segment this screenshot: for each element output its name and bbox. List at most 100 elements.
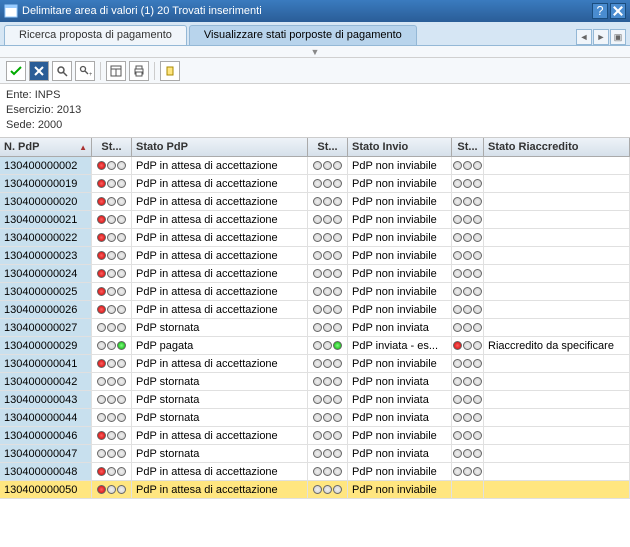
cell-st1 [92, 193, 132, 210]
cell-stato-riaccredito [484, 427, 630, 444]
table-row[interactable]: 130400000002PdP in attesa di accettazion… [0, 157, 630, 175]
cell-stato-pdp: PdP stornata [132, 409, 308, 426]
cell-npdp: 130400000046 [0, 427, 92, 444]
cell-stato-riaccredito [484, 301, 630, 318]
status-light-icon [453, 233, 482, 242]
status-light-icon [453, 413, 482, 422]
window-help-button[interactable]: ? [592, 3, 608, 19]
grid-header: N. PdP▲ St... Stato PdP St... Stato Invi… [0, 138, 630, 157]
tab-ricerca-proposta[interactable]: Ricerca proposta di pagamento [4, 25, 187, 45]
cell-st3 [452, 337, 484, 354]
col-st1[interactable]: St... [92, 138, 132, 156]
status-light-icon [313, 467, 342, 476]
sede-label: Sede: [6, 119, 35, 131]
status-light-icon [97, 395, 126, 404]
tab-list-button[interactable]: ▣ [610, 29, 626, 45]
table-row[interactable]: 130400000020PdP in attesa di accettazion… [0, 193, 630, 211]
col-npdp[interactable]: N. PdP▲ [0, 138, 92, 156]
cell-stato-invio: PdP non inviata [348, 445, 452, 462]
table-row[interactable]: 130400000029PdP pagataPdP inviata - es..… [0, 337, 630, 355]
table-row[interactable]: 130400000043PdP stornataPdP non inviata [0, 391, 630, 409]
print-button[interactable] [129, 61, 149, 81]
cell-stato-invio: PdP non inviabile [348, 211, 452, 228]
cell-st3 [452, 193, 484, 210]
collapse-arrow[interactable]: ▼ [0, 46, 630, 58]
layout-button[interactable] [106, 61, 126, 81]
tab-prev-button[interactable]: ◄ [576, 29, 592, 45]
status-light-icon [97, 233, 126, 242]
cell-st2 [308, 427, 348, 444]
cell-npdp: 130400000020 [0, 193, 92, 210]
cell-stato-riaccredito: Riaccredito da specificare [484, 337, 630, 354]
status-light-icon [97, 485, 126, 494]
confirm-button[interactable] [6, 61, 26, 81]
status-light-icon [97, 179, 126, 188]
cancel-button[interactable] [29, 61, 49, 81]
table-row[interactable]: 130400000027PdP stornataPdP non inviata [0, 319, 630, 337]
status-light-icon [453, 323, 482, 332]
col-st3[interactable]: St... [452, 138, 484, 156]
result-grid: N. PdP▲ St... Stato PdP St... Stato Invi… [0, 137, 630, 499]
esercizio-label: Esercizio: [6, 104, 54, 116]
cell-stato-riaccredito [484, 265, 630, 282]
table-row[interactable]: 130400000050PdP in attesa di accettazion… [0, 481, 630, 499]
table-row[interactable]: 130400000022PdP in attesa di accettazion… [0, 229, 630, 247]
status-light-icon [313, 431, 342, 440]
table-row[interactable]: 130400000025PdP in attesa di accettazion… [0, 283, 630, 301]
table-row[interactable]: 130400000021PdP in attesa di accettazion… [0, 211, 630, 229]
cell-stato-invio: PdP non inviabile [348, 247, 452, 264]
status-light-icon [97, 341, 126, 350]
col-st2[interactable]: St... [308, 138, 348, 156]
cell-st2 [308, 283, 348, 300]
table-row[interactable]: 130400000048PdP in attesa di accettazion… [0, 463, 630, 481]
status-light-icon [313, 305, 342, 314]
cell-st2 [308, 463, 348, 480]
find-button[interactable] [52, 61, 72, 81]
table-row[interactable]: 130400000041PdP in attesa di accettazion… [0, 355, 630, 373]
cell-stato-riaccredito [484, 157, 630, 174]
svg-text:+: + [89, 72, 92, 78]
cell-st3 [452, 409, 484, 426]
tab-visualizzare-stati[interactable]: Visualizzare stati porposte di pagamento [189, 25, 417, 45]
col-stato-riaccredito[interactable]: Stato Riaccredito [484, 138, 630, 156]
tab-next-button[interactable]: ► [593, 29, 609, 45]
cell-st2 [308, 445, 348, 462]
cell-stato-invio: PdP non inviabile [348, 283, 452, 300]
table-row[interactable]: 130400000042PdP stornataPdP non inviata [0, 373, 630, 391]
cell-st3 [452, 301, 484, 318]
toolbar: + [0, 58, 630, 84]
cell-st1 [92, 373, 132, 390]
status-light-icon [313, 197, 342, 206]
status-light-icon [453, 269, 482, 278]
find-next-button[interactable]: + [75, 61, 95, 81]
status-light-icon [313, 413, 342, 422]
sede-value: 2000 [38, 119, 62, 131]
window-close-button[interactable] [610, 3, 626, 19]
cell-npdp: 130400000022 [0, 229, 92, 246]
status-light-icon [97, 359, 126, 368]
status-light-icon [453, 287, 482, 296]
status-light-icon [453, 467, 482, 476]
table-row[interactable]: 130400000026PdP in attesa di accettazion… [0, 301, 630, 319]
cell-stato-riaccredito [484, 247, 630, 264]
status-light-icon [97, 413, 126, 422]
col-stato-pdp[interactable]: Stato PdP [132, 138, 308, 156]
cell-st1 [92, 427, 132, 444]
export-button[interactable] [160, 61, 180, 81]
col-stato-invio[interactable]: Stato Invio [348, 138, 452, 156]
status-light-icon [97, 251, 126, 260]
ente-label: Ente: [6, 89, 32, 101]
cell-st1 [92, 355, 132, 372]
cell-npdp: 130400000024 [0, 265, 92, 282]
cell-stato-riaccredito [484, 445, 630, 462]
table-row[interactable]: 130400000047PdP stornataPdP non inviata [0, 445, 630, 463]
table-row[interactable]: 130400000019PdP in attesa di accettazion… [0, 175, 630, 193]
table-row[interactable]: 130400000046PdP in attesa di accettazion… [0, 427, 630, 445]
status-light-icon [453, 377, 482, 386]
cell-stato-invio: PdP non inviabile [348, 427, 452, 444]
table-row[interactable]: 130400000044PdP stornataPdP non inviata [0, 409, 630, 427]
cell-stato-invio: PdP non inviabile [348, 481, 452, 498]
table-row[interactable]: 130400000024PdP in attesa di accettazion… [0, 265, 630, 283]
table-row[interactable]: 130400000023PdP in attesa di accettazion… [0, 247, 630, 265]
toolbar-separator [154, 62, 155, 80]
